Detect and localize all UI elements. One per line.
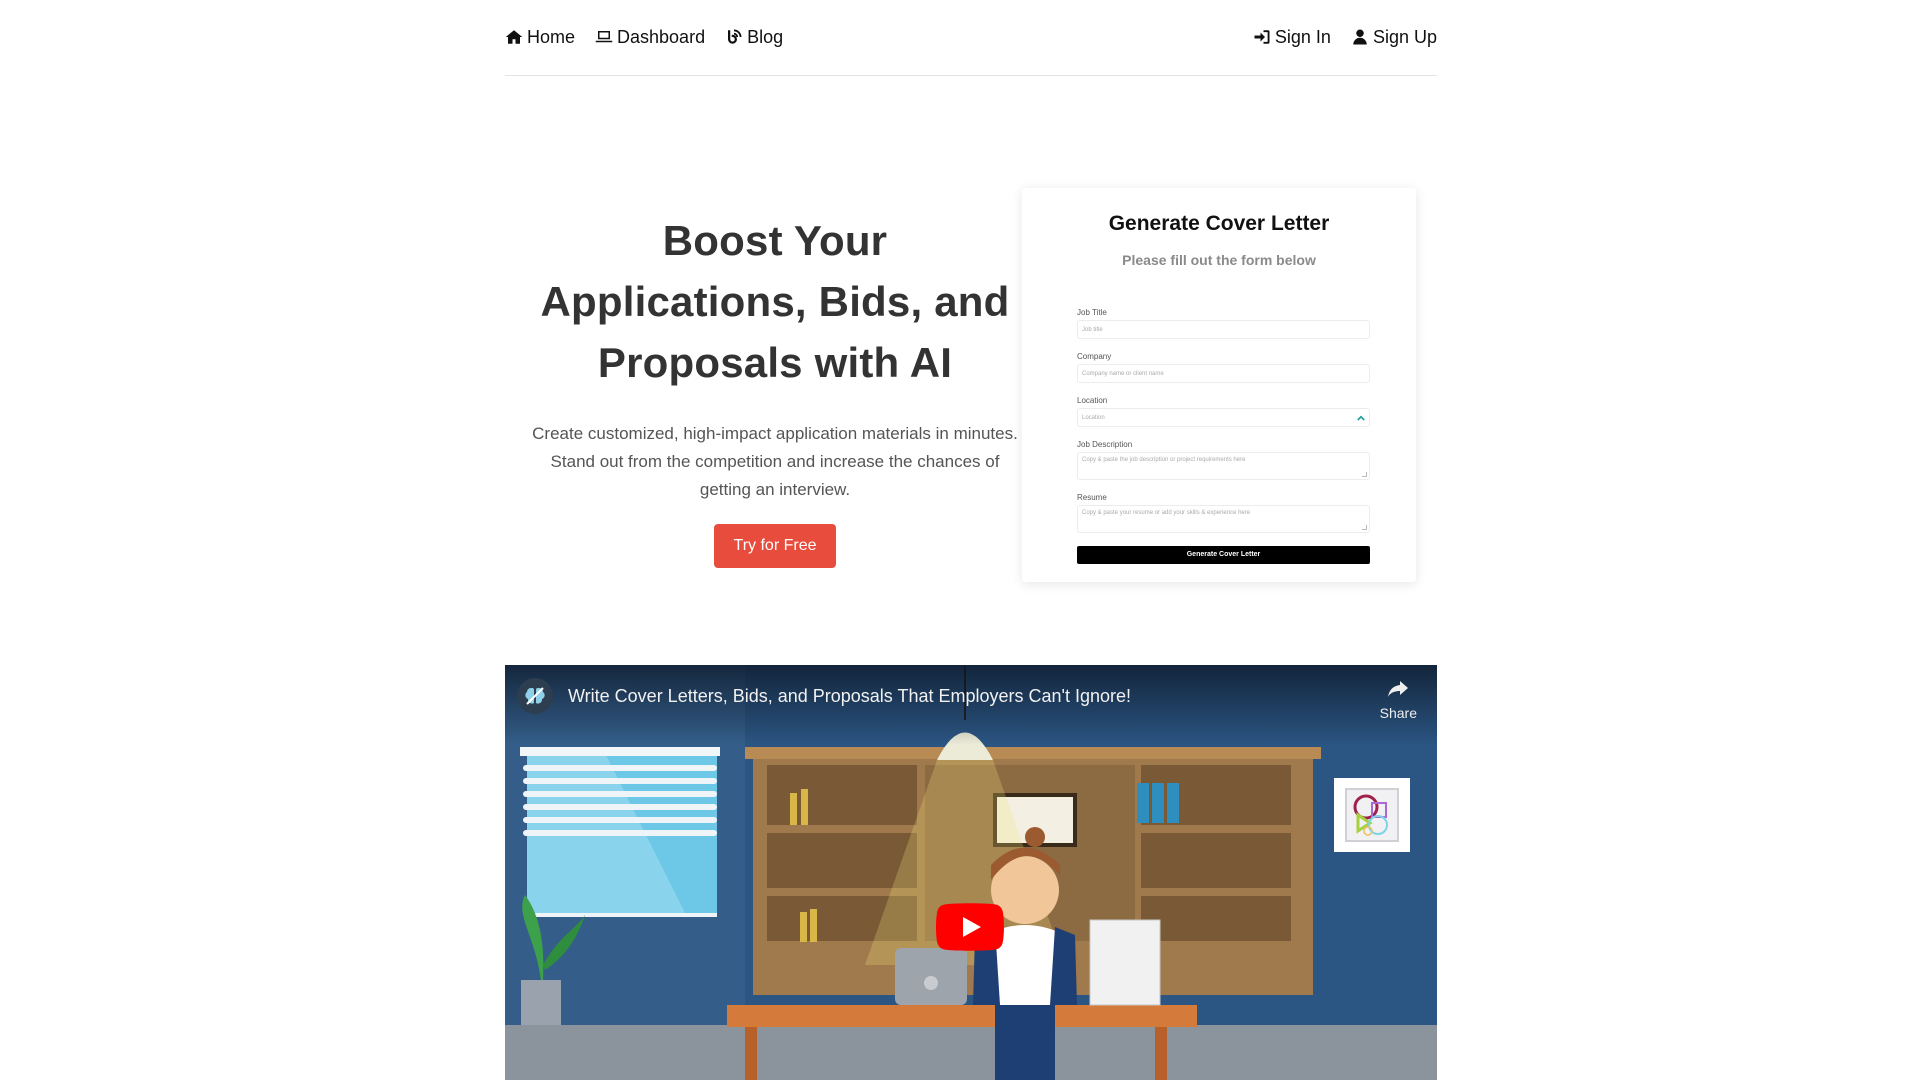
nav-sign-in-label: Sign In: [1274, 26, 1331, 47]
blog-feed-icon: [728, 29, 742, 44]
hero-title-line: Boost Your: [662, 217, 888, 264]
video-title[interactable]: Write Cover Letters, Bids, and Proposals…: [568, 686, 1131, 707]
location-placeholder: Location: [1082, 414, 1105, 421]
resume-label: Resume: [1077, 493, 1107, 502]
nav-home-label: Home: [527, 26, 576, 47]
job-description-placeholder: Copy & paste the job description or proj…: [1082, 457, 1246, 463]
job-title-placeholder: Job title: [1082, 326, 1103, 333]
share-button[interactable]: Share: [1380, 677, 1417, 721]
share-label: Share: [1379, 705, 1417, 721]
try-for-free-button[interactable]: Try for Free: [713, 524, 837, 568]
hero-title-line: Proposals with AI: [597, 339, 953, 386]
job-title-label: Job Title: [1077, 308, 1107, 317]
hero-title-line: Applications, Bids, and: [540, 278, 1010, 325]
generate-cover-letter-button[interactable]: Generate Cover Letter: [1077, 546, 1370, 564]
job-description-textarea[interactable]: Copy & paste the job description or proj…: [1077, 452, 1370, 480]
hero-description: Create customized, high-impact applicati…: [532, 424, 1018, 499]
channel-watermark[interactable]: [1334, 778, 1410, 852]
cover-letter-form-card: Generate Cover Letter Please fill out th…: [1022, 188, 1416, 582]
nav-dashboard-label: Dashboard: [617, 26, 706, 47]
youtube-play-button[interactable]: [936, 903, 1004, 951]
nav-blog-label: Blog: [747, 26, 784, 47]
shapes-logo-icon: [1345, 788, 1399, 842]
nav-blog-link[interactable]: Blog: [725, 27, 783, 48]
hero-title: Boost Your Applications, Bids, and Propo…: [530, 210, 1020, 393]
nav-sign-in-link[interactable]: Sign In: [1253, 27, 1331, 48]
chevron-up-icon: [1357, 415, 1365, 421]
company-input[interactable]: Company name or client name: [1077, 364, 1370, 383]
nav-sign-up-link[interactable]: Sign Up: [1351, 27, 1437, 48]
youtube-video-embed[interactable]: Write Cover Letters, Bids, and Proposals…: [505, 665, 1437, 1080]
company-label: Company: [1077, 352, 1112, 361]
cover-letter-form: Job Title Job title Company Company name…: [1077, 308, 1370, 564]
location-label: Location: [1077, 396, 1108, 405]
job-description-label: Job Description: [1077, 440, 1133, 449]
nav-right: Sign In Sign Up: [1253, 27, 1437, 48]
job-title-input[interactable]: Job title: [1077, 320, 1370, 339]
home-icon: [505, 30, 523, 44]
resume-textarea[interactable]: Copy & paste your resume or add your ski…: [1077, 505, 1370, 533]
laptop-icon: [595, 31, 613, 43]
hero-section: Boost Your Applications, Bids, and Propo…: [530, 210, 1020, 568]
top-navbar: Home Dashboard Blog Sign In Sign Up: [505, 0, 1437, 76]
nav-sign-up-label: Sign Up: [1372, 26, 1437, 47]
nav-left: Home Dashboard Blog: [505, 27, 783, 48]
company-placeholder: Company name or client name: [1082, 370, 1164, 377]
channel-avatar[interactable]: [517, 678, 553, 714]
share-arrow-icon: [1388, 681, 1409, 697]
nav-dashboard-link[interactable]: Dashboard: [595, 27, 705, 48]
form-title: Generate Cover Letter: [1108, 212, 1330, 235]
location-select[interactable]: Location: [1077, 408, 1370, 427]
resume-placeholder: Copy & paste your resume or add your ski…: [1082, 510, 1251, 516]
brain-logo-icon: [525, 687, 545, 705]
form-subtitle: Please fill out the form below: [1122, 252, 1316, 268]
nav-home-link[interactable]: Home: [505, 27, 575, 48]
sign-in-icon: [1254, 30, 1270, 44]
user-icon: [1353, 29, 1367, 45]
